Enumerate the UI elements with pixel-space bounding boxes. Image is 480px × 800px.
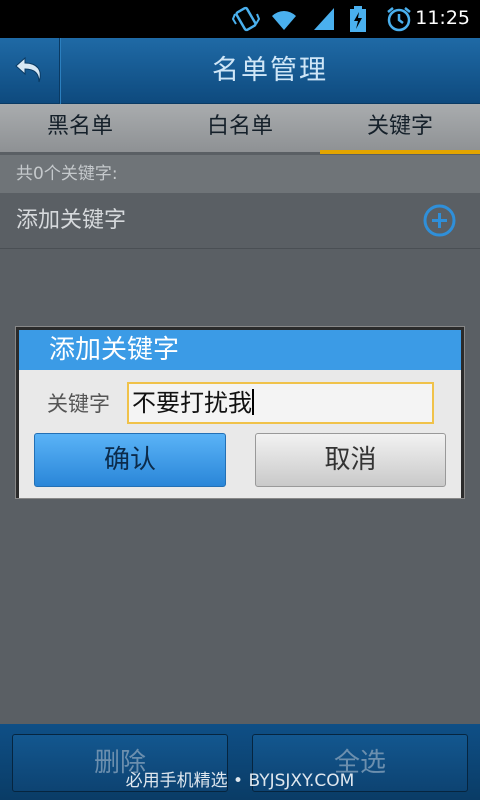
dialog-title: 添加关键字: [19, 330, 461, 370]
tab-whitelist[interactable]: 白名单: [160, 104, 320, 152]
add-keyword-row[interactable]: 添加关键字: [0, 193, 480, 249]
keyword-input[interactable]: 不要打扰我: [127, 382, 434, 424]
add-keyword-dialog: 添加关键字 关键字 不要打扰我 确认 取消: [16, 327, 464, 498]
battery-charging-icon: [350, 6, 366, 32]
back-arrow-icon: [15, 56, 41, 83]
wifi-icon: [272, 11, 296, 30]
confirm-button[interactable]: 确认: [34, 433, 226, 487]
alarm-icon: [387, 7, 411, 32]
tab-bar: 黑名单 白名单 关键字: [0, 104, 480, 154]
status-bar: 11:25: [0, 0, 480, 38]
vibrate-icon: [232, 6, 260, 32]
cancel-button[interactable]: 取消: [255, 433, 446, 487]
back-button[interactable]: [0, 38, 60, 104]
tab-blacklist[interactable]: 黑名单: [0, 104, 160, 152]
signal-icon: [314, 8, 334, 30]
watermark: 必用手机精选 • BYJSJXY.COM: [125, 771, 355, 791]
plus-circle-icon[interactable]: [423, 204, 456, 237]
page-title: 名单管理: [212, 55, 328, 86]
title-bar: 名单管理: [0, 38, 480, 104]
keyword-count: 共0个关键字:: [0, 155, 480, 193]
tab-keywords[interactable]: 关键字: [320, 104, 480, 154]
dialog-body: 关键字 不要打扰我 确认 取消: [19, 370, 461, 498]
text-caret: [252, 389, 254, 415]
keyword-input-value: 不要打扰我: [132, 389, 252, 417]
add-keyword-label: 添加关键字: [16, 208, 127, 233]
status-time: 11:25: [415, 7, 470, 29]
keyword-field-label: 关键字: [47, 392, 110, 416]
